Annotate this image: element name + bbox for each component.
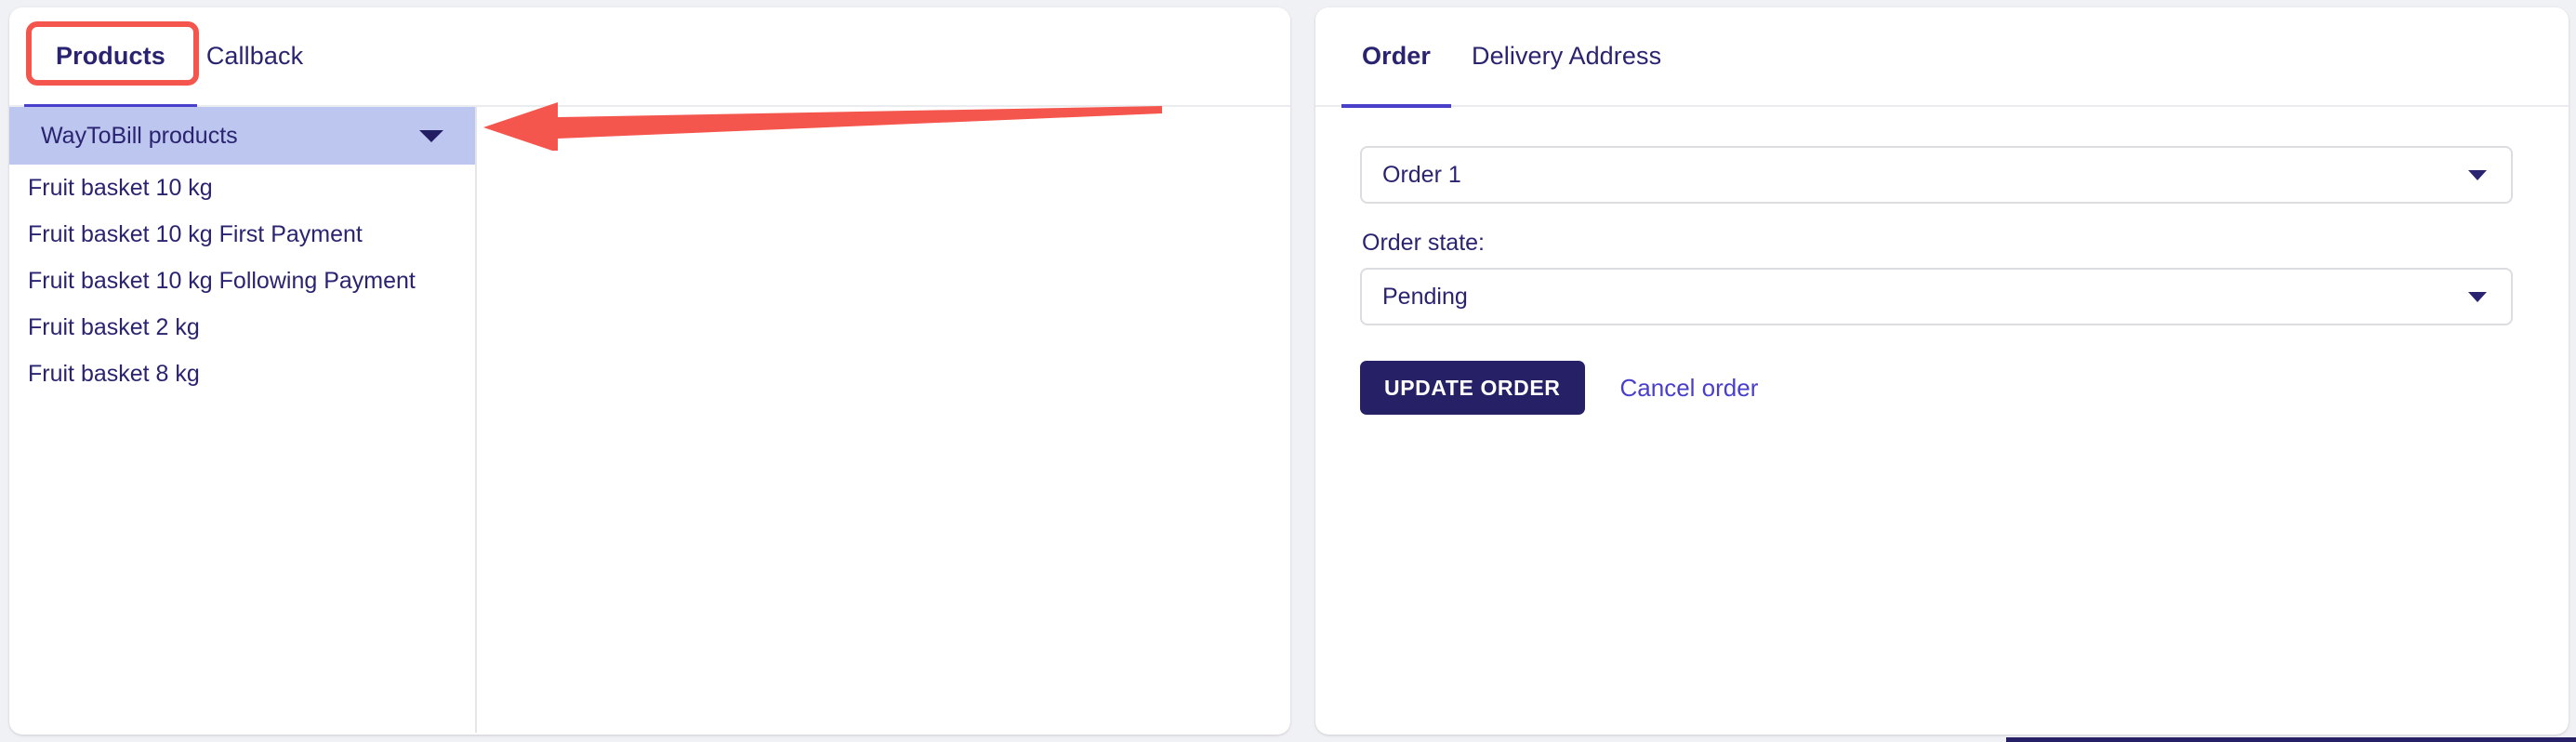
list-item[interactable]: Fruit basket 8 kg bbox=[9, 351, 475, 397]
list-item[interactable]: Fruit basket 10 kg bbox=[9, 165, 475, 211]
list-item[interactable]: Fruit basket 2 kg bbox=[9, 304, 475, 351]
app-root: Products Callback WayToBill products Fru… bbox=[0, 0, 2576, 742]
order-state-select[interactable]: Pending bbox=[1360, 268, 2513, 325]
update-order-button[interactable]: UPDATE ORDER bbox=[1360, 361, 1585, 415]
order-select[interactable]: Order 1 bbox=[1360, 146, 2513, 204]
order-select-value: Order 1 bbox=[1382, 161, 1461, 188]
products-card: Products Callback WayToBill products Fru… bbox=[9, 7, 1290, 735]
tab-delivery-address[interactable]: Delivery Address bbox=[1451, 7, 1682, 106]
order-state-label: Order state: bbox=[1362, 230, 1485, 256]
order-actions: UPDATE ORDER Cancel order bbox=[1360, 361, 2524, 415]
product-group-label: WayToBill products bbox=[41, 122, 238, 149]
bottom-accent-strip bbox=[2006, 737, 2576, 742]
products-body: WayToBill products Fruit basket 10 kg Fr… bbox=[9, 107, 1290, 733]
tab-callback[interactable]: Callback bbox=[186, 7, 324, 106]
order-body: Order 1 Order state: Pending UPDATE ORDE… bbox=[1315, 107, 2569, 415]
order-tabstrip: Order Delivery Address bbox=[1315, 7, 2569, 108]
chevron-down-icon[interactable] bbox=[2468, 292, 2487, 302]
order-state-value: Pending bbox=[1382, 283, 1468, 310]
list-item[interactable]: Fruit basket 10 kg Following Payment bbox=[9, 258, 475, 304]
order-card: Order Delivery Address Order 1 Order sta… bbox=[1315, 7, 2569, 735]
products-list: WayToBill products Fruit basket 10 kg Fr… bbox=[9, 107, 477, 733]
product-group-waytobill[interactable]: WayToBill products bbox=[9, 107, 475, 165]
chevron-down-icon[interactable] bbox=[419, 129, 443, 142]
tab-products[interactable]: Products bbox=[24, 7, 197, 108]
cancel-order-link[interactable]: Cancel order bbox=[1620, 374, 1759, 403]
tab-order[interactable]: Order bbox=[1341, 7, 1452, 108]
chevron-down-icon[interactable] bbox=[2468, 170, 2487, 180]
list-item[interactable]: Fruit basket 10 kg First Payment bbox=[9, 211, 475, 258]
products-tabstrip: Products Callback bbox=[9, 7, 1290, 108]
